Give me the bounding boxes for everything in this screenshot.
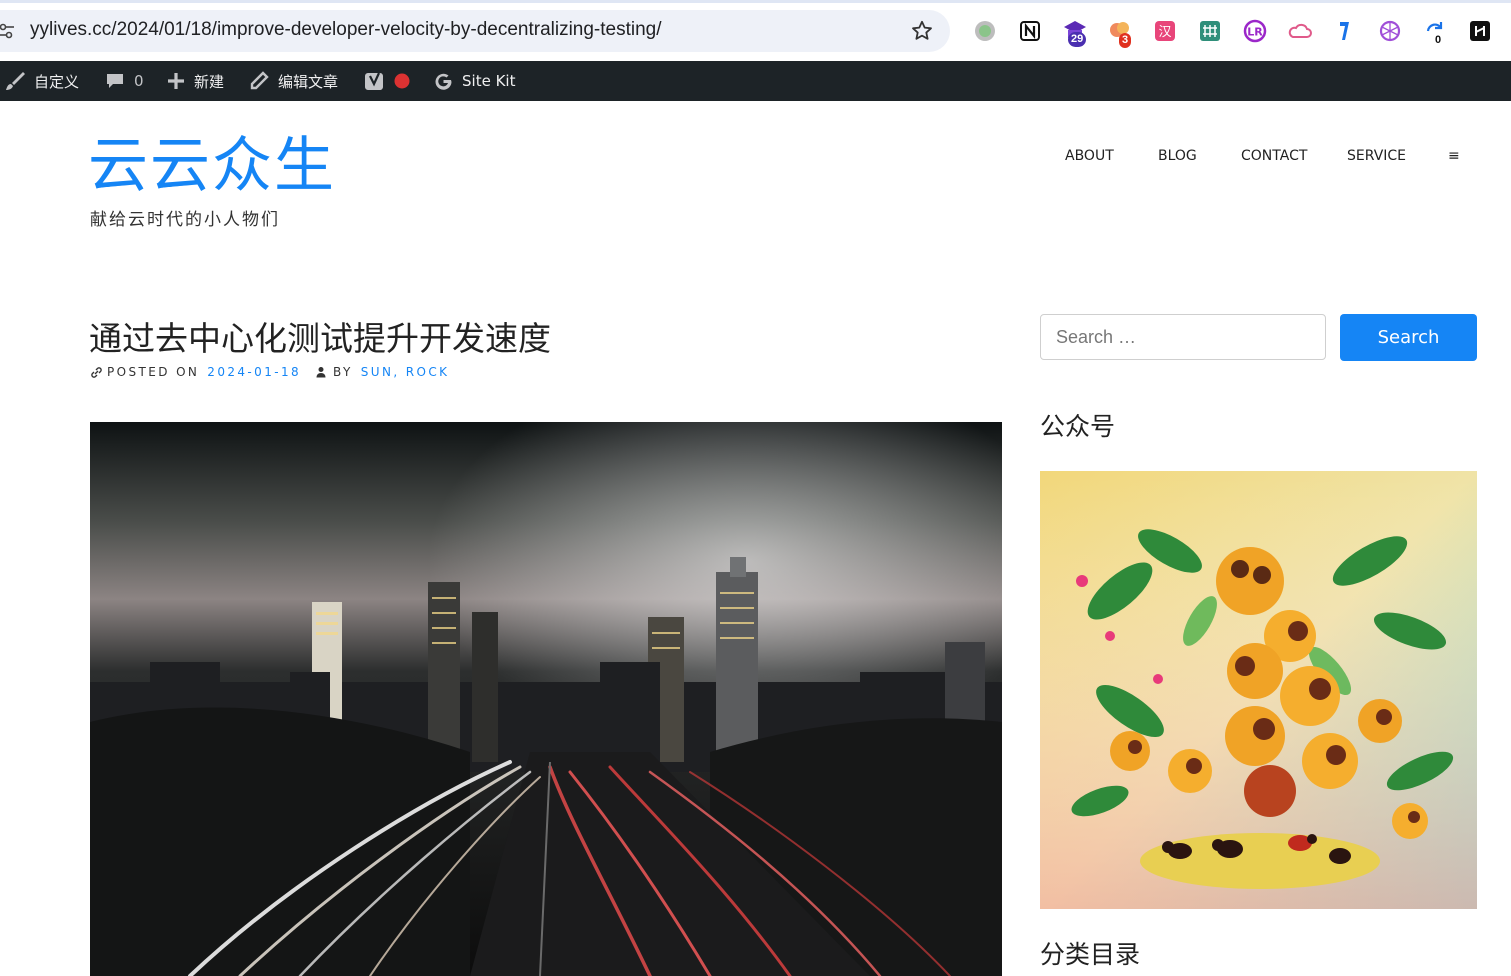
new-label: 新建	[194, 72, 225, 91]
site-settings-icon[interactable]	[0, 22, 14, 40]
by-label: BY	[333, 365, 353, 379]
svg-text:汉: 汉	[1158, 25, 1171, 40]
url-text[interactable]: yylives.cc/2024/01/18/improve-developer-…	[30, 19, 662, 41]
browser-toolbar: yylives.cc/2024/01/18/improve-developer-…	[0, 0, 1511, 61]
post-author-link[interactable]: SUN, ROCK	[361, 365, 450, 379]
site-kit-label: Site Kit	[462, 72, 516, 90]
post-date-link[interactable]: 2024-01-18	[207, 365, 301, 379]
new-content-link[interactable]: 新建	[166, 61, 224, 101]
post-meta: POSTED ON 2024-01-18 BY SUN, ROCK	[90, 365, 449, 379]
bookmark-star-icon[interactable]	[910, 19, 934, 43]
yoast-seo-link[interactable]	[364, 61, 418, 101]
comment-bubble-icon	[107, 74, 123, 88]
site-kit-link[interactable]: Site Kit	[433, 61, 515, 101]
seo-status-dot-icon	[394, 73, 410, 89]
sync-extension[interactable]: 0	[1422, 18, 1448, 48]
widget-title-categories: 分类目录	[1040, 940, 1141, 969]
search-input[interactable]	[1040, 314, 1326, 360]
cloud-extension[interactable]: 3	[1107, 18, 1133, 48]
site-title[interactable]: 云云众生	[88, 128, 336, 204]
graduation-cap-extension[interactable]: 29	[1062, 18, 1088, 47]
extension-badge: 3	[1119, 33, 1132, 48]
h-extension-icon[interactable]	[1467, 18, 1493, 44]
cloud-outline-extension-icon[interactable]	[1287, 18, 1313, 44]
nav-item-contact[interactable]: CONTACT	[1241, 148, 1307, 164]
svg-text:LR: LR	[1247, 26, 1263, 39]
customize-label: 自定义	[34, 72, 80, 91]
edit-post-label: 编辑文章	[278, 72, 339, 91]
extension-badge: 29	[1068, 32, 1087, 47]
tab-strip-edge	[0, 0, 1511, 3]
pencil-icon	[250, 71, 269, 90]
search-button[interactable]: Search	[1340, 314, 1477, 361]
wechat-qr-image	[1040, 471, 1477, 909]
nav-item-about[interactable]: ABOUT	[1065, 148, 1114, 164]
wp-admin-bar: 自定义 0 新建 编辑文章 Site Kit	[0, 61, 1511, 101]
openai-icon[interactable]	[1377, 18, 1403, 44]
posted-on-label: POSTED ON	[107, 365, 200, 379]
lr-extension-icon[interactable]: LR	[1242, 18, 1268, 44]
extension-badge: 0	[1432, 33, 1445, 48]
nav-item-service[interactable]: SERVICE	[1347, 148, 1406, 164]
circle-extension-icon[interactable]	[972, 18, 998, 44]
menu-icon[interactable]: ≡	[1448, 148, 1460, 164]
notion-icon[interactable]	[1017, 18, 1043, 44]
comments-count: 0	[134, 72, 144, 90]
user-icon	[316, 367, 326, 378]
yoast-icon	[365, 72, 383, 90]
featured-image	[90, 422, 1002, 976]
paintbrush-icon	[6, 72, 25, 90]
plus-icon	[168, 73, 184, 89]
grid-extension-icon[interactable]	[1197, 18, 1223, 44]
nav-item-blog[interactable]: BLOG	[1158, 148, 1197, 164]
tag-extension-icon[interactable]	[1332, 18, 1358, 44]
edit-post-link[interactable]: 编辑文章	[248, 61, 338, 101]
translate-extension-icon[interactable]: 汉	[1152, 18, 1178, 44]
widget-title-wechat: 公众号	[1040, 412, 1116, 441]
link-icon	[91, 366, 102, 378]
customize-link[interactable]: 自定义	[4, 61, 79, 101]
post-title: 通过去中心化测试提升开发速度	[89, 319, 551, 358]
google-g-icon	[435, 73, 452, 90]
comments-link[interactable]: 0	[104, 61, 144, 101]
site-description: 献给云时代的小人物们	[90, 210, 280, 230]
